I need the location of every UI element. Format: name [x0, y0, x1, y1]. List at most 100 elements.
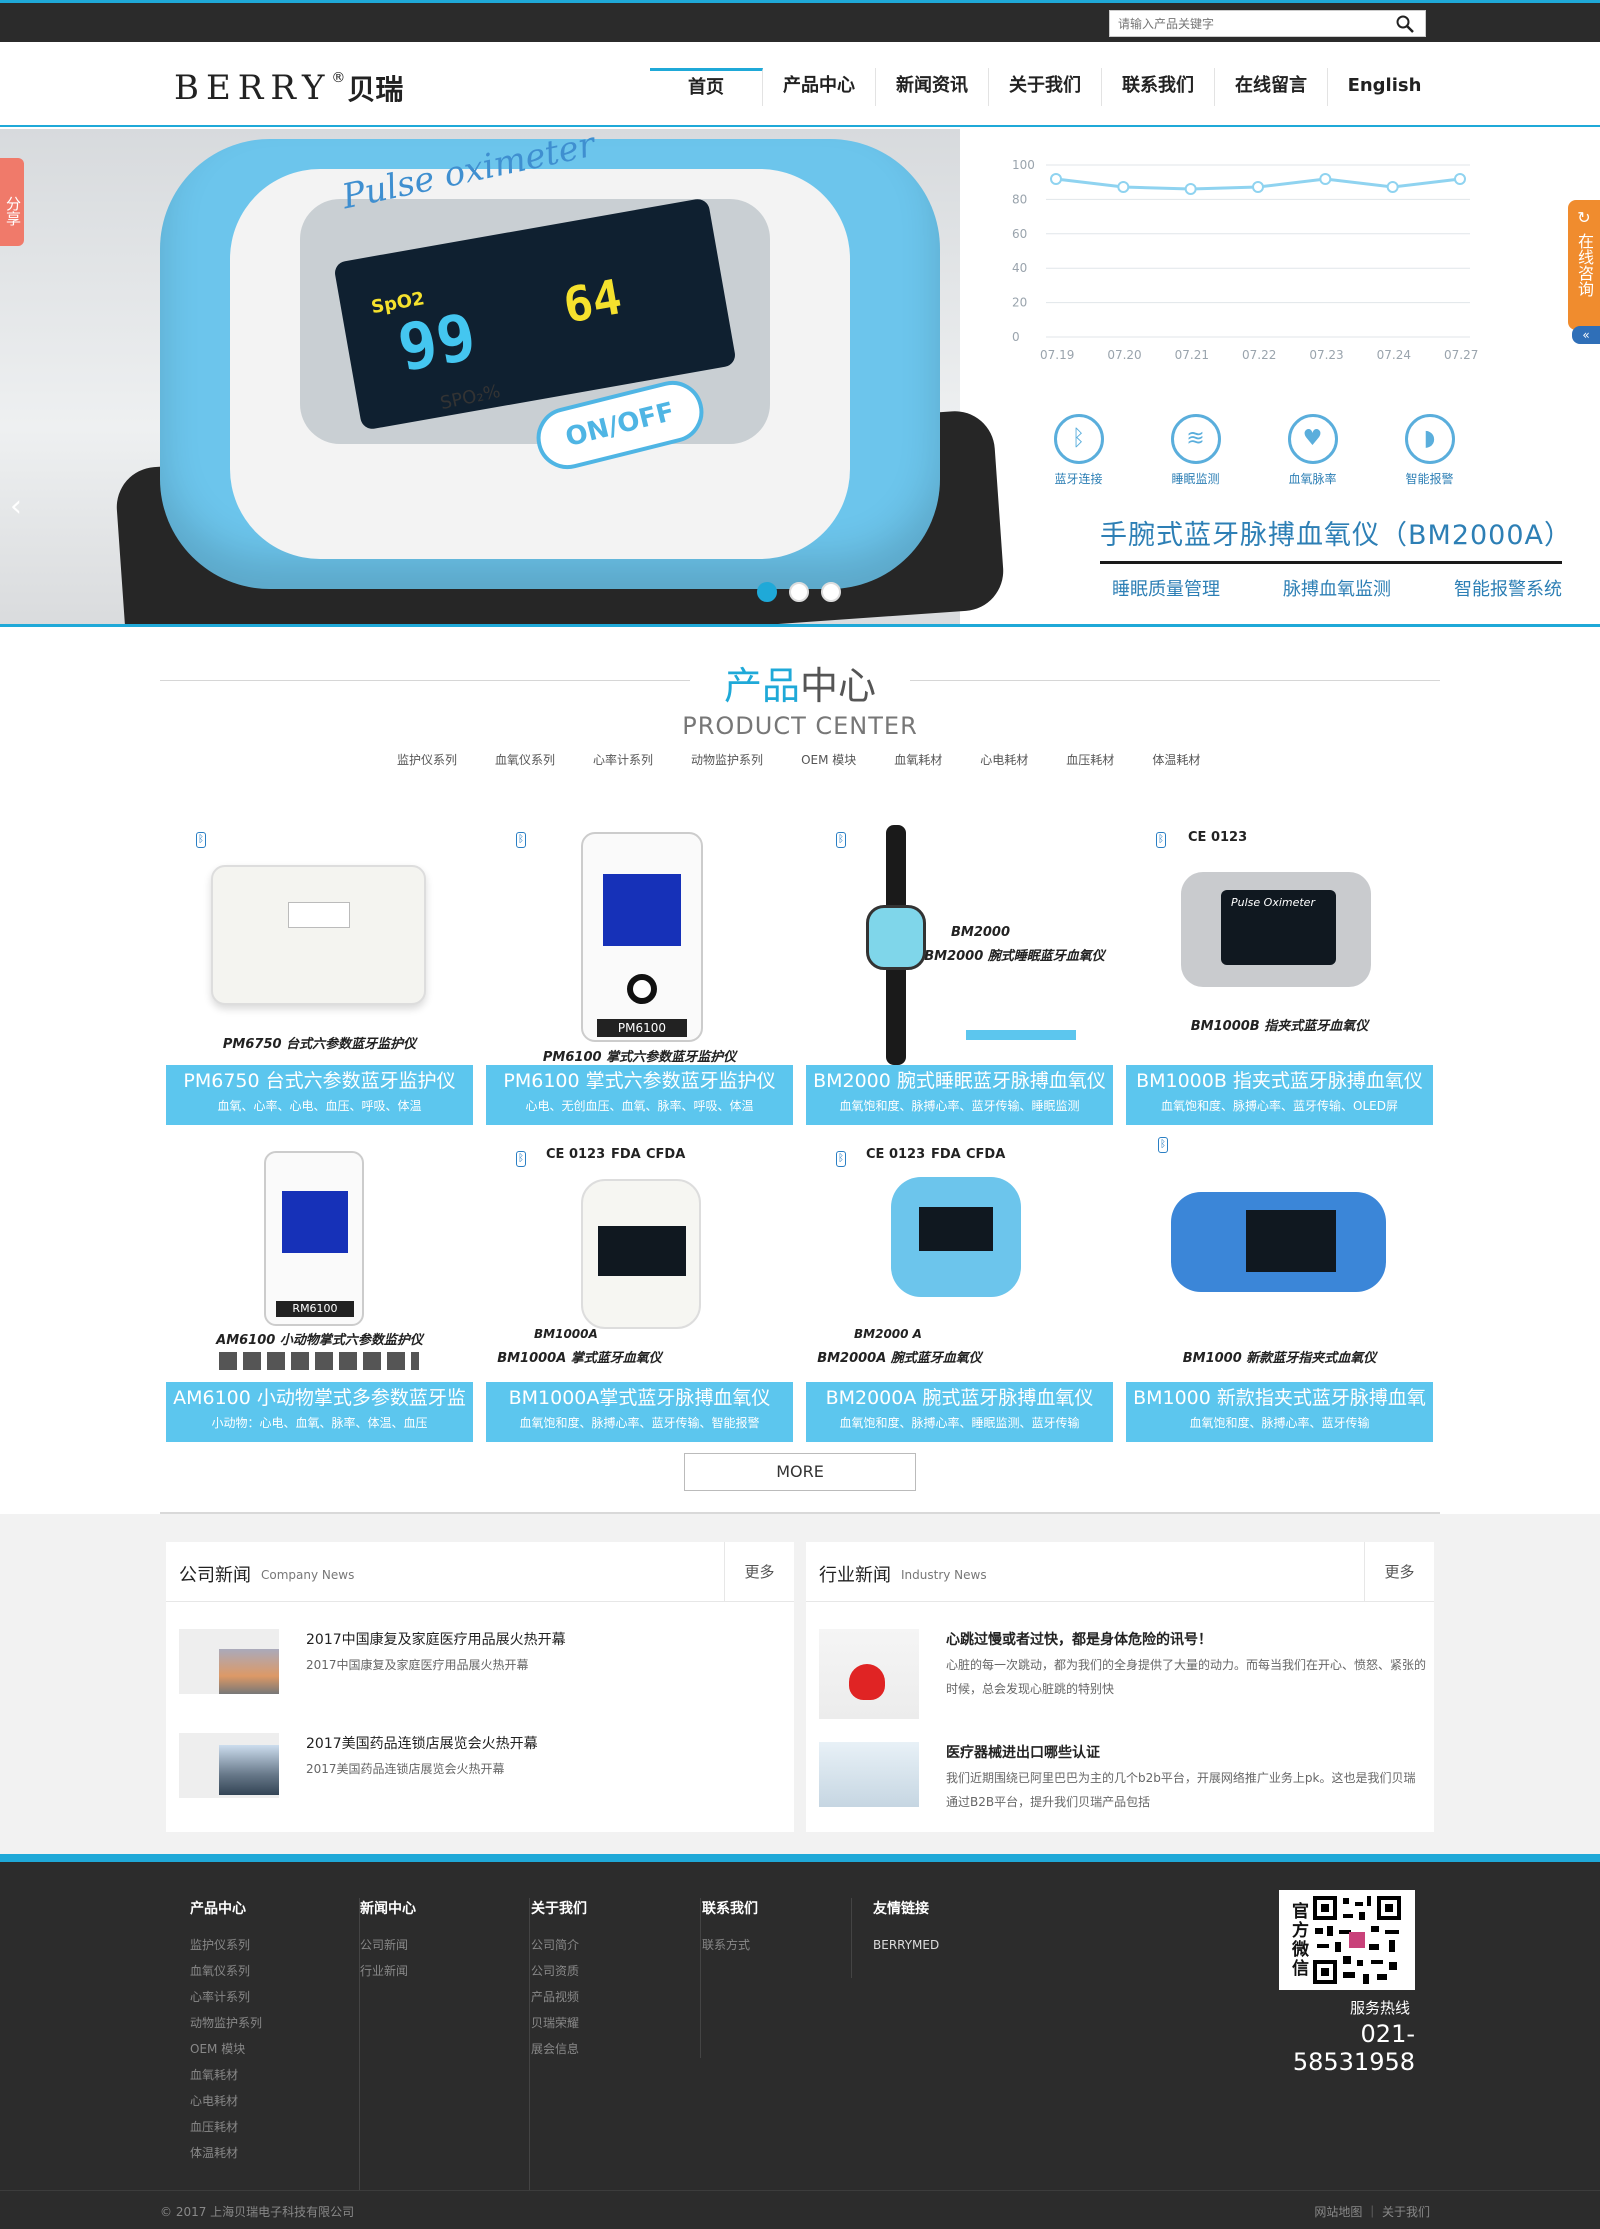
category-link[interactable]: 心率计系列	[593, 751, 653, 768]
news-title[interactable]: 2017美国药品连锁店展览会火热开幕	[306, 1733, 538, 1753]
banner-dot-3[interactable]	[821, 582, 841, 602]
footer-link[interactable]: 公司新闻	[360, 1932, 529, 1958]
news-desc: 心脏的每一次跳动，都为我们的全身提供了大量的动力。而每当我们在开心、愤怒、紧张的…	[946, 1658, 1427, 1696]
product-caption: BM2000A 腕式蓝牙脉搏血氧仪 血氧饱和度、脉搏心率、睡眠监测、蓝牙传输	[806, 1382, 1113, 1442]
product-card[interactable]: ᛒ CE 0123 FDA CFDA BM1000A BM1000A 掌式蓝牙血…	[486, 1137, 793, 1444]
footer-link[interactable]: 贝瑞荣耀	[531, 2010, 700, 2036]
footer-link[interactable]: 行业新闻	[360, 1958, 529, 1984]
footer-heading[interactable]: 产品中心	[190, 1898, 359, 1918]
nav-home[interactable]: 首页	[650, 68, 763, 106]
device-knob	[627, 974, 657, 1004]
product-caption: BM1000 新款指夹式蓝牙脉搏血氧 血氧饱和度、脉搏心率、蓝牙传输	[1126, 1382, 1433, 1442]
device-pm6100: PM6100	[581, 832, 703, 1042]
product-card[interactable]: RM6100 AM6100 小动物掌式六参数监护仪 AM6100 小动物掌式多参…	[166, 1137, 473, 1444]
footer-link[interactable]: 心电耗材	[190, 2088, 359, 2114]
footer-link[interactable]: BERRYMED	[873, 1932, 1043, 1958]
footer-link[interactable]: 展会信息	[531, 2036, 700, 2062]
logo[interactable]: BERRY ® 贝瑞	[174, 68, 403, 108]
product-image-label: PM6100 掌式六参数蓝牙监护仪	[542, 1050, 737, 1065]
banner-prev-arrow[interactable]: ‹	[10, 489, 22, 524]
footer-link[interactable]: 动物监护系列	[190, 2010, 359, 2036]
product-sub: 血氧饱和度、脉搏心率、蓝牙传输、OLED屏	[1161, 1099, 1398, 1113]
footer-heading[interactable]: 新闻中心	[360, 1898, 529, 1918]
footer-col-contact: 联系我们 联系方式	[702, 1898, 852, 1978]
product-card[interactable]: ᛒ CE 0123 FDA CFDA BM2000 A BM2000A 腕式蓝牙…	[806, 1137, 1113, 1444]
industry-news-more[interactable]: 更多	[1364, 1542, 1434, 1602]
heading-part-a: 产品	[723, 664, 800, 708]
hotline-label: 服务热线	[1350, 1999, 1411, 2017]
banner-dot-2[interactable]	[789, 582, 809, 602]
news-title[interactable]: 2017中国康复及家庭医疗用品展火热开幕	[306, 1629, 566, 1649]
category-link[interactable]: 体温耗材	[1152, 751, 1200, 768]
chart-y-label: 20	[1012, 296, 1027, 310]
bottom-links[interactable]: 网站地图 ｜ 关于我们	[1314, 2203, 1430, 2220]
nav-message[interactable]: 在线留言	[1215, 68, 1328, 106]
category-link[interactable]: 心电耗材	[980, 751, 1028, 768]
product-image: ᛒ CE 0123 FDA CFDA BM1000A BM1000A 掌式蓝牙血…	[486, 1137, 793, 1382]
online-consult-label: 在线咨询	[1575, 233, 1594, 297]
footer-link[interactable]: OEM 模块	[190, 2036, 359, 2062]
footer-link[interactable]: 公司资质	[531, 1958, 700, 1984]
footer-link[interactable]: 监护仪系列	[190, 1932, 359, 1958]
news-item[interactable]: 2017中国康复及家庭医疗用品展火热开幕 2017中国康复及家庭医疗用品展火热开…	[179, 1629, 779, 1694]
more-products-button[interactable]: MORE	[684, 1453, 916, 1491]
product-card[interactable]: ᛒ PM6100 PM6100 掌式六参数蓝牙监护仪 PM6100 掌式六参数蓝…	[486, 820, 793, 1127]
product-card[interactable]: ᛒ PM6750 台式六参数蓝牙监护仪 PM6750 台式六参数蓝牙监护仪 血氧…	[166, 820, 473, 1127]
device-am6100: RM6100	[264, 1151, 364, 1326]
footer-link[interactable]: 血压耗材	[190, 2114, 359, 2140]
nav-english[interactable]: English	[1328, 68, 1441, 106]
news-title[interactable]: 医疗器械进出口哪些认证	[946, 1742, 1100, 1762]
news-item[interactable]: 心跳过慢或者过快，都是身体危险的讯号！ 心脏的每一次跳动，都为我们的全身提供了大…	[819, 1629, 1426, 1719]
heading-en: PRODUCT CENTER	[682, 712, 918, 740]
wechat-qr: 官方微信	[1279, 1890, 1415, 1990]
footer-link[interactable]: 血氧仪系列	[190, 1958, 359, 1984]
footer-heading[interactable]: 关于我们	[531, 1898, 700, 1918]
footer-link[interactable]: 公司简介	[531, 1932, 700, 1958]
bluetooth-icon: ᛒ	[1053, 414, 1104, 464]
product-card[interactable]: ᛒ CE 0123 Pulse Oximeter BM1000B 指夹式蓝牙血氧…	[1126, 820, 1433, 1127]
product-card[interactable]: ᛒ BM2000 BM2000 腕式睡眠蓝牙血氧仪 BM2000 腕式睡眠蓝牙脉…	[806, 820, 1113, 1127]
footer-link[interactable]: 产品视频	[531, 1984, 700, 2010]
feature-icons: ᛒ 蓝牙连接 ≋ 睡眠监测 ♥ 血氧脉率 ◗ 智能报警	[1020, 414, 1490, 487]
chart-y-label: 80	[1012, 192, 1027, 206]
product-card[interactable]: ᛒ BM1000 新款蓝牙指夹式血氧仪 BM1000 新款指夹式蓝牙脉搏血氧 血…	[1126, 1137, 1433, 1444]
category-link[interactable]: 动物监护系列	[691, 751, 763, 768]
bluetooth-icon: ᛒ	[516, 1151, 526, 1167]
nav-products[interactable]: 产品中心	[763, 68, 876, 106]
news-item[interactable]: 2017美国药品连锁店展览会火热开幕 2017美国药品连锁店展览会火热开幕	[179, 1733, 779, 1798]
nav-news[interactable]: 新闻资讯	[876, 68, 989, 106]
product-image-label: BM1000B 指夹式蓝牙血氧仪	[1190, 1019, 1369, 1034]
footer-link[interactable]: 心率计系列	[190, 1984, 359, 2010]
category-link[interactable]: 血压耗材	[1066, 751, 1114, 768]
collapse-consult-icon[interactable]: «	[1572, 326, 1600, 344]
footer-link[interactable]: 血氧耗材	[190, 2062, 359, 2088]
banner-dot-1[interactable]	[757, 582, 777, 602]
bluetooth-icon: ᛒ	[836, 832, 846, 848]
search-button[interactable]	[1395, 14, 1417, 34]
share-tab[interactable]: 分享	[0, 158, 24, 246]
product-image-label: PM6750 台式六参数蓝牙监护仪	[222, 1037, 417, 1052]
footer-link[interactable]: 体温耗材	[190, 2140, 359, 2166]
category-link[interactable]: 血氧仪系列	[495, 751, 555, 768]
logo-en: BERRY	[174, 68, 332, 108]
footer-link[interactable]: 联系方式	[702, 1932, 851, 1958]
nav-contact[interactable]: 联系我们	[1102, 68, 1215, 106]
news-item[interactable]: 医疗器械进出口哪些认证 我们近期围绕已阿里巴巴为主的几个b2b平台，开展网络推广…	[819, 1742, 1419, 1809]
company-news-more[interactable]: 更多	[724, 1542, 794, 1602]
category-link[interactable]: OEM 模块	[801, 751, 856, 768]
category-link[interactable]: 血氧耗材	[894, 751, 942, 768]
news-title[interactable]: 心跳过慢或者过快，都是身体危险的讯号！	[946, 1629, 1212, 1649]
category-link[interactable]: 监护仪系列	[397, 751, 457, 768]
footer-heading[interactable]: 联系我们	[702, 1898, 851, 1918]
fda-mark: FDA	[611, 1147, 641, 1162]
cfda-mark: CFDA	[646, 1147, 686, 1162]
product-grid: ᛒ PM6750 台式六参数蓝牙监护仪 PM6750 台式六参数蓝牙监护仪 血氧…	[166, 820, 1434, 1444]
nav-about[interactable]: 关于我们	[989, 68, 1102, 106]
hero-banner[interactable]: Pulse oximeter SpO2 99 64 SPO₂% ON/OFF 1…	[0, 129, 1600, 627]
footer-accent-line	[0, 1854, 1600, 1862]
logo-reg: ®	[331, 70, 346, 86]
search-input[interactable]	[1110, 11, 1380, 36]
online-consult-tab[interactable]: ↻ 在线咨询	[1568, 200, 1600, 330]
product-image-label: BM2000 腕式睡眠蓝牙血氧仪	[924, 949, 1105, 964]
banner-next-arrow[interactable]: ›	[1572, 489, 1584, 524]
